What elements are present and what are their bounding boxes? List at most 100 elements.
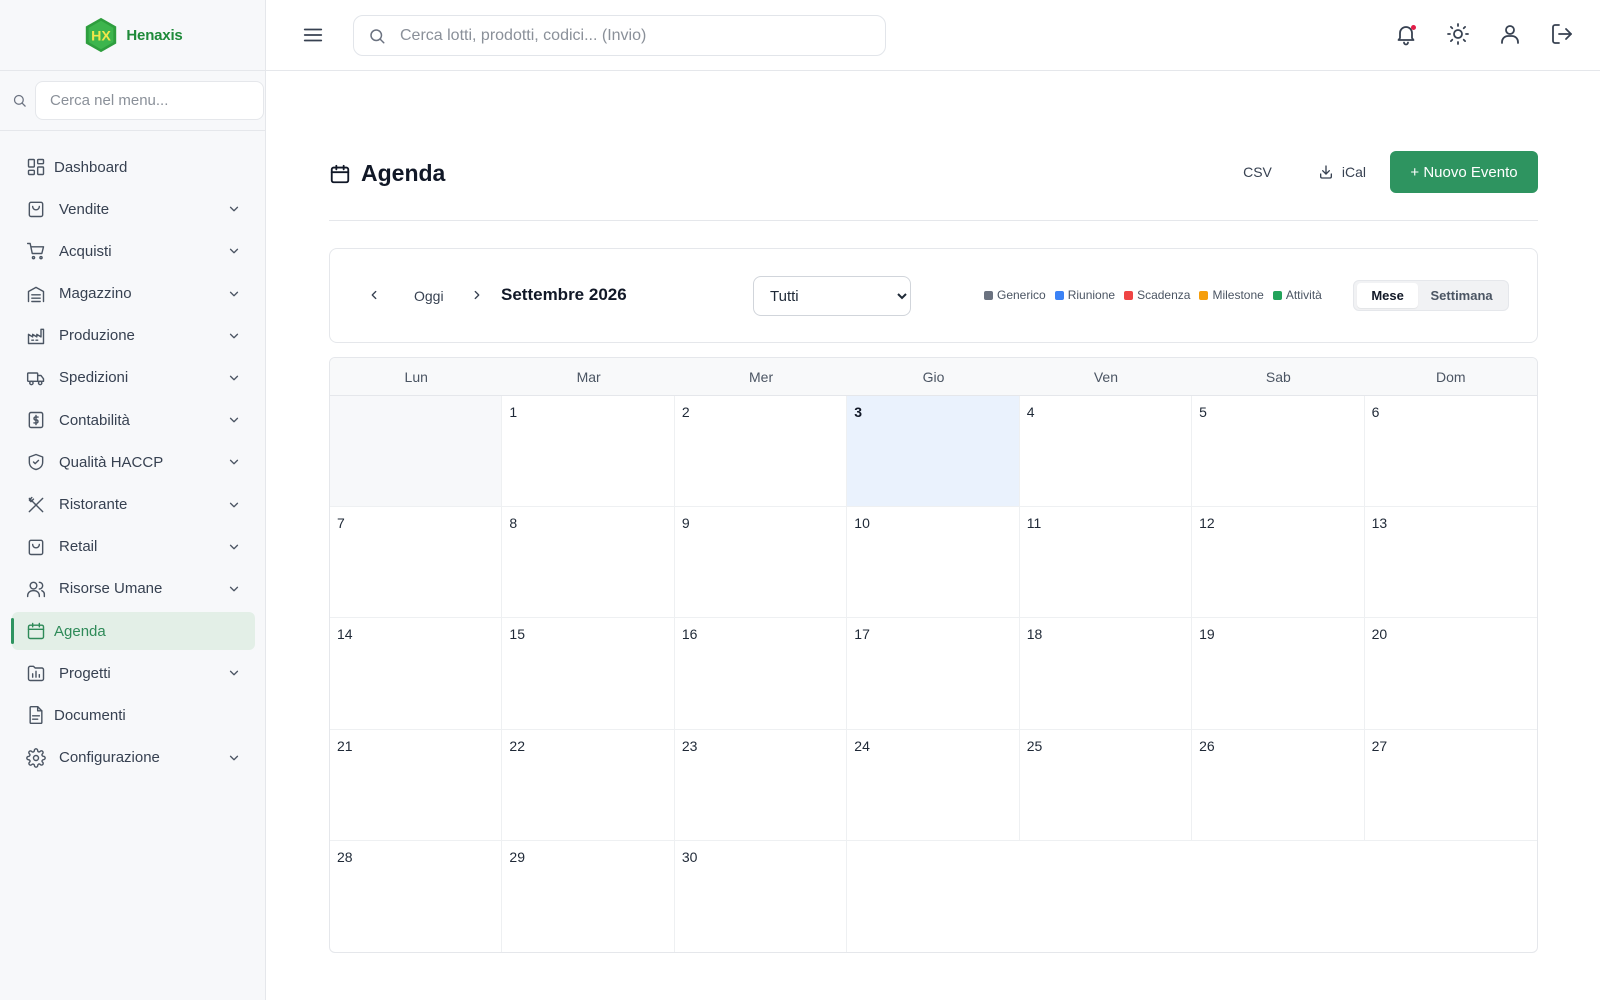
view-month-button[interactable]: Mese	[1357, 283, 1419, 308]
day-cell[interactable]: 11	[1019, 507, 1193, 619]
chevron-right-icon	[474, 290, 480, 300]
sidebar-item-spedizioni[interactable]: Spedizioni	[12, 359, 255, 397]
sidebar-item-dashboard[interactable]: Dashboard	[12, 148, 255, 186]
view-week-button[interactable]: Settimana	[1418, 283, 1505, 308]
legend-item: Riunione	[1054, 288, 1115, 302]
day-cell[interactable]: 15	[502, 618, 675, 730]
day-cell[interactable]: 1	[502, 396, 675, 508]
prev-month-button[interactable]	[360, 281, 388, 309]
day-cell[interactable]: 17	[847, 618, 1020, 730]
legend-item: Scadenza	[1124, 288, 1190, 302]
sidebar-item-acquisti[interactable]: Acquisti	[12, 232, 255, 270]
day-cell[interactable]: 27	[1364, 730, 1537, 841]
sidebar-item-agenda[interactable]: Agenda	[11, 612, 255, 651]
sidebar-item-progetti[interactable]: Progetti	[12, 654, 255, 692]
sidebar-item-ristorante[interactable]: Ristorante	[12, 486, 255, 524]
sidebar-item-documenti[interactable]: Documenti	[12, 696, 255, 734]
dollar-icon	[26, 410, 46, 430]
sidebar-item-configurazione[interactable]: Configurazione	[12, 739, 255, 777]
sidebar-item-retail[interactable]: Retail	[12, 528, 255, 566]
calendar-toolbar: Oggi Settembre 2026 Tutti Generico Riunio…	[329, 248, 1538, 343]
day-cell[interactable]: 5	[1192, 396, 1365, 508]
sidebar-item-label: Ristorante	[59, 496, 128, 513]
profile-button[interactable]	[1498, 22, 1522, 46]
global-search-input[interactable]	[400, 26, 885, 45]
day-cell[interactable]: 13	[1364, 507, 1537, 619]
chevron-down-icon	[229, 459, 239, 465]
chevron-down-icon	[229, 206, 239, 212]
day-cell[interactable]: 28	[330, 840, 503, 952]
export-ical-label: iCal	[1341, 164, 1366, 180]
sidebar-item-produzione[interactable]: Produzione	[12, 317, 255, 355]
day-cell[interactable]: 6	[1364, 396, 1537, 508]
month-calendar: Lun Mar Mer Gio Ven Sab Dom 1 2 3 4 5 6 7 8 9 10 1…	[329, 357, 1538, 953]
chevron-down-icon	[229, 248, 239, 254]
logout-button[interactable]	[1550, 22, 1574, 46]
utensils-icon	[26, 495, 46, 515]
event-type-filter[interactable]: Tutti	[753, 276, 911, 316]
truck-icon	[26, 368, 46, 388]
day-cell[interactable]: 25	[1019, 729, 1193, 841]
day-cell[interactable]: 21	[330, 729, 503, 841]
day-cell[interactable]: 18	[1019, 618, 1193, 730]
day-number: 5	[1199, 404, 1207, 420]
day-number: 18	[1026, 626, 1043, 643]
brand-logo[interactable]: HX Henaxis	[0, 0, 265, 71]
notifications-button[interactable]	[1394, 22, 1418, 46]
day-cell[interactable]: 20	[1364, 618, 1537, 730]
day-cell[interactable]: 2	[674, 396, 848, 508]
theme-toggle-button[interactable]	[1446, 22, 1470, 46]
day-cell[interactable]: 26	[1192, 729, 1365, 841]
day-number: 30	[681, 848, 698, 865]
global-search[interactable]	[353, 15, 886, 56]
day-cell-today[interactable]: 3	[847, 396, 1020, 508]
chevron-down-icon	[229, 586, 239, 592]
logout-icon	[1552, 24, 1572, 44]
sidebar-item-contabilita[interactable]: Contabilità	[12, 401, 255, 439]
day-number: 4	[1026, 404, 1035, 420]
export-ical-button[interactable]: iCal	[1304, 152, 1380, 192]
day-cell[interactable]: 4	[1019, 396, 1193, 508]
weekday-label: Mar	[576, 368, 601, 385]
sidebar-item-qualita-haccp[interactable]: Qualità HACCP	[12, 443, 255, 481]
day-cell[interactable]: 10	[847, 507, 1020, 619]
hamburger-menu-icon[interactable]	[302, 24, 324, 46]
menu-search-input[interactable]	[35, 81, 264, 120]
day-number: 21	[337, 737, 353, 754]
day-cell[interactable]: 12	[1192, 507, 1365, 619]
day-cell[interactable]: 14	[330, 618, 503, 730]
day-cell[interactable]: 19	[1192, 618, 1365, 730]
day-cell[interactable]: 16	[674, 618, 848, 730]
sidebar-item-label: Qualità HACCP	[59, 453, 164, 471]
calendar-icon	[26, 621, 46, 641]
day-number: 22	[509, 737, 525, 754]
chevron-down-icon	[229, 502, 239, 507]
legend-item: Attività	[1272, 288, 1322, 302]
export-csv-button[interactable]: CSV	[1229, 152, 1286, 192]
day-cell[interactable]: 22	[502, 729, 675, 841]
day-cell[interactable]: 30	[675, 840, 848, 952]
new-event-button[interactable]: + Nuovo Evento	[1390, 151, 1538, 193]
day-cell[interactable]: 7	[330, 507, 503, 619]
sidebar-item-risorse-umane[interactable]: Risorse Umane	[12, 570, 255, 608]
today-button[interactable]: Oggi	[406, 282, 452, 310]
day-number: 15	[509, 626, 525, 643]
next-month-button[interactable]	[463, 281, 491, 309]
shopping-bag-icon	[26, 537, 46, 557]
weekday-header: Lun Mar Mer Gio Ven Sab Dom	[330, 358, 1537, 396]
view-toggle: Mese Settimana	[1353, 280, 1509, 311]
day-cell[interactable]: 8	[502, 507, 675, 619]
sidebar-item-label: Produzione	[59, 327, 135, 345]
day-number: 10	[854, 515, 870, 532]
sidebar-item-vendite[interactable]: Vendite	[12, 190, 255, 228]
day-cell[interactable]: 29	[502, 840, 675, 952]
sidebar-item-magazzino[interactable]: Magazzino	[12, 275, 255, 313]
shopping-bag-icon	[26, 199, 46, 219]
legend-label: Attività	[1285, 288, 1322, 302]
weekday-label: Sab	[1265, 368, 1291, 385]
sidebar-item-label: Acquisti	[59, 242, 112, 260]
day-cell[interactable]: 23	[674, 729, 848, 841]
day-cell[interactable]: 9	[674, 507, 848, 619]
chevron-left-icon	[371, 290, 377, 300]
day-cell[interactable]: 24	[847, 729, 1020, 841]
